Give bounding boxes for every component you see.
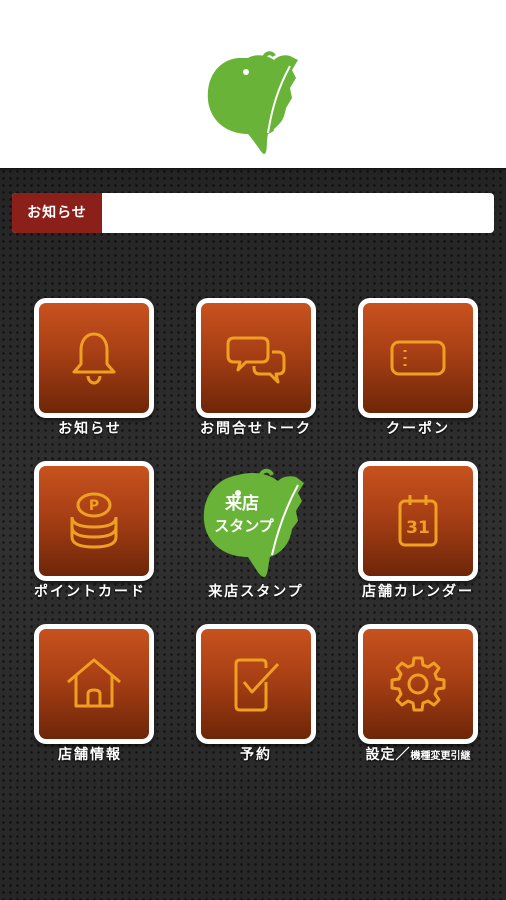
notice-tag: お知らせ (12, 193, 102, 233)
menu-tile-store-info[interactable] (34, 624, 156, 746)
visit-stamp-tile-label: 来店スタンプ (208, 584, 304, 600)
settings-tile-button[interactable] (358, 624, 478, 744)
menu-tile-talk[interactable] (196, 298, 318, 420)
menu-tile-notice[interactable] (34, 298, 156, 420)
home-icon (67, 658, 121, 708)
calendar-day-number: 31 (406, 518, 430, 538)
reservation-check-icon (234, 658, 280, 712)
notice-tile-label: お知らせ (58, 421, 122, 437)
calendar-tile-label: 店舗カレンダー (362, 584, 474, 600)
settings-label-sub: 機種変更引継 (410, 751, 471, 762)
talk-tile-button[interactable] (196, 298, 316, 418)
calendar-icon: 31 (398, 495, 438, 547)
stamp-fish-icon[interactable]: 来店 スタンプ (198, 459, 318, 579)
calendar-tile-button[interactable]: 31 (358, 461, 478, 581)
stamp-badge-line2: スタンプ (214, 517, 275, 535)
notice-ticker-text (112, 193, 486, 233)
gear-icon (390, 656, 446, 712)
sunfish-logo-icon (207, 51, 298, 154)
bell-icon (72, 332, 116, 385)
reservation-tile-label: 予約 (240, 747, 272, 763)
talk-tile-label: お問合せトーク (200, 421, 312, 437)
home-menu-area: お知らせ お知らせ お問合せトーク クーポン P ポイントカード 来店 スタンプ… (0, 168, 506, 900)
app-header (0, 0, 506, 168)
point-card-tile-label: ポイントカード (34, 584, 146, 600)
menu-tile-visit-stamp[interactable]: 来店 スタンプ (196, 461, 318, 583)
menu-tile-settings[interactable] (358, 624, 480, 746)
coupon-icon (390, 340, 446, 376)
coupon-tile-button[interactable] (358, 298, 478, 418)
menu-tile-calendar[interactable]: 31 (358, 461, 480, 583)
stamp-badge-line1: 来店 (224, 493, 259, 514)
svg-text:P: P (89, 498, 99, 514)
menu-tile-coupon[interactable] (358, 298, 480, 420)
menu-tile-reservation[interactable] (196, 624, 318, 746)
point-coins-icon: P (70, 492, 118, 549)
reservation-tile-button[interactable] (196, 624, 316, 744)
notice-tile-button[interactable] (34, 298, 154, 418)
coupon-tile-label: クーポン (386, 421, 450, 437)
point-card-tile-button[interactable]: P (34, 461, 154, 581)
notice-bar[interactable]: お知らせ (12, 193, 494, 233)
settings-label-main: 設定／ (365, 747, 411, 763)
store-info-tile-label: 店舗情報 (58, 747, 122, 763)
menu-tile-point-card[interactable]: P (34, 461, 156, 583)
chat-bubbles-icon (226, 336, 286, 384)
settings-tile-label: 設定／機種変更引継 (333, 744, 503, 764)
store-info-tile-button[interactable] (34, 624, 154, 744)
